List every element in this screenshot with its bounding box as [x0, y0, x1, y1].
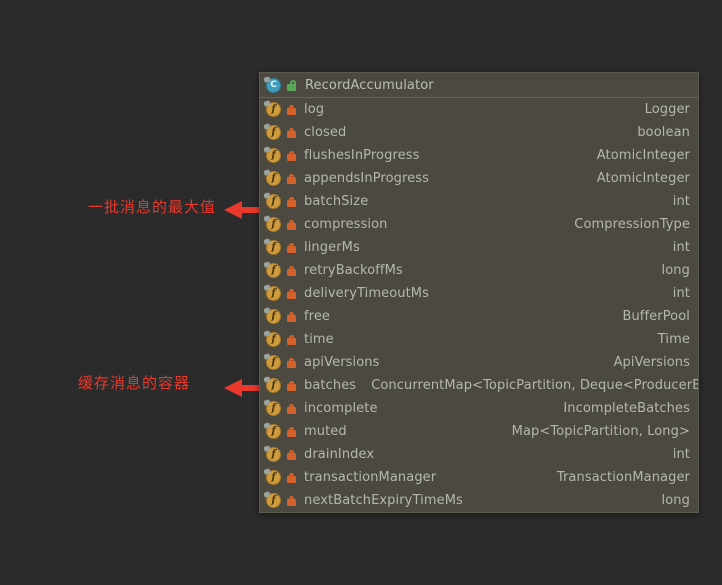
- field-type: int: [672, 194, 690, 209]
- list-item[interactable]: f log Logger: [260, 98, 698, 121]
- private-lock-icon: [286, 380, 297, 392]
- private-lock-icon: [286, 472, 297, 484]
- field-name: deliveryTimeoutMs: [304, 286, 429, 301]
- field-icon: f: [266, 102, 281, 117]
- field-name: nextBatchExpiryTimeMs: [304, 493, 463, 508]
- list-item[interactable]: f muted Map<TopicPartition, Long>: [260, 420, 698, 443]
- list-item[interactable]: f drainIndex int: [260, 443, 698, 466]
- field-name: apiVersions: [304, 355, 380, 370]
- list-item[interactable]: f transactionManager TransactionManager: [260, 466, 698, 489]
- field-type: ConcurrentMap<TopicPartition, Deque<Prod…: [371, 378, 699, 393]
- list-item[interactable]: f deliveryTimeoutMs int: [260, 282, 698, 305]
- list-item[interactable]: f batches ConcurrentMap<TopicPartition, De…: [260, 374, 698, 397]
- list-item[interactable]: f batchSize int: [260, 190, 698, 213]
- private-lock-icon: [286, 219, 297, 231]
- field-name: log: [304, 102, 325, 117]
- class-icon: C: [266, 77, 281, 93]
- private-lock-icon: [286, 150, 297, 162]
- private-lock-icon: [286, 495, 297, 507]
- field-type: Logger: [644, 102, 690, 117]
- field-icon: f: [266, 470, 281, 485]
- private-lock-icon: [286, 357, 297, 369]
- field-icon: f: [266, 401, 281, 416]
- field-type: CompressionType: [574, 217, 690, 232]
- field-list: f log Logger f closed boolean f flushesInProgre…: [260, 98, 698, 512]
- field-type: BufferPool: [622, 309, 690, 324]
- field-type: int: [672, 286, 690, 301]
- field-icon: f: [266, 171, 281, 186]
- private-lock-icon: [286, 127, 297, 139]
- list-item[interactable]: f time Time: [260, 328, 698, 351]
- field-type: long: [661, 263, 690, 278]
- popup-header[interactable]: C RecordAccumulator: [260, 73, 698, 98]
- field-icon: f: [266, 309, 281, 324]
- private-lock-icon: [286, 242, 297, 254]
- list-item[interactable]: f flushesInProgress AtomicInteger: [260, 144, 698, 167]
- field-name: free: [304, 309, 331, 324]
- screen: 一批消息的最大值 缓存消息的容器 C RecordAccumulator f lo…: [0, 0, 722, 585]
- field-type: ApiVersions: [613, 355, 690, 370]
- field-name: lingerMs: [304, 240, 360, 255]
- list-item[interactable]: f free BufferPool: [260, 305, 698, 328]
- list-item[interactable]: f retryBackoffMs long: [260, 259, 698, 282]
- list-item[interactable]: f apiVersions ApiVersions: [260, 351, 698, 374]
- page-title: RecordAccumulator: [305, 77, 434, 93]
- private-lock-icon: [286, 311, 297, 323]
- field-icon: f: [266, 332, 281, 347]
- annotation-label-batches: 缓存消息的容器: [78, 374, 191, 392]
- private-lock-icon: [286, 104, 297, 116]
- field-name: compression: [304, 217, 388, 232]
- list-item[interactable]: f compression CompressionType: [260, 213, 698, 236]
- private-lock-icon: [286, 196, 297, 208]
- field-type: AtomicInteger: [596, 148, 690, 163]
- field-icon: f: [266, 125, 281, 140]
- field-icon: f: [266, 148, 281, 163]
- field-type: Time: [657, 332, 690, 347]
- field-icon: f: [266, 194, 281, 209]
- private-lock-icon: [286, 403, 297, 415]
- field-icon: f: [266, 493, 281, 508]
- list-item[interactable]: f appendsInProgress AtomicInteger: [260, 167, 698, 190]
- field-icon: f: [266, 424, 281, 439]
- field-type: TransactionManager: [556, 470, 690, 485]
- field-name: drainIndex: [304, 447, 375, 462]
- list-item[interactable]: f incomplete IncompleteBatches: [260, 397, 698, 420]
- field-name: flushesInProgress: [304, 148, 420, 163]
- field-type: IncompleteBatches: [563, 401, 690, 416]
- field-type: Map<TopicPartition, Long>: [511, 424, 690, 439]
- field-icon: f: [266, 355, 281, 370]
- package-lock-icon: [286, 79, 297, 91]
- field-icon: f: [266, 263, 281, 278]
- field-type: boolean: [637, 125, 690, 140]
- field-name: retryBackoffMs: [304, 263, 403, 278]
- list-item[interactable]: f closed boolean: [260, 121, 698, 144]
- private-lock-icon: [286, 173, 297, 185]
- field-name: muted: [304, 424, 347, 439]
- field-name: batchSize: [304, 194, 369, 209]
- annotation-label-batch-size: 一批消息的最大值: [88, 198, 217, 216]
- field-name: batches: [304, 378, 357, 393]
- field-name: transactionManager: [304, 470, 437, 485]
- private-lock-icon: [286, 288, 297, 300]
- private-lock-icon: [286, 334, 297, 346]
- field-icon: f: [266, 378, 281, 393]
- list-item[interactable]: f lingerMs int: [260, 236, 698, 259]
- list-item[interactable]: f nextBatchExpiryTimeMs long: [260, 489, 698, 512]
- field-icon: f: [266, 240, 281, 255]
- field-icon: f: [266, 447, 281, 462]
- field-icon: f: [266, 286, 281, 301]
- field-type: int: [672, 447, 690, 462]
- field-name: time: [304, 332, 334, 347]
- field-name: incomplete: [304, 401, 378, 416]
- structure-popup[interactable]: C RecordAccumulator f log Logger f closed boo…: [259, 72, 699, 513]
- field-icon: f: [266, 217, 281, 232]
- field-type: long: [661, 493, 690, 508]
- field-name: appendsInProgress: [304, 171, 429, 186]
- private-lock-icon: [286, 426, 297, 438]
- field-type: int: [672, 240, 690, 255]
- private-lock-icon: [286, 265, 297, 277]
- private-lock-icon: [286, 449, 297, 461]
- field-name: closed: [304, 125, 347, 140]
- field-type: AtomicInteger: [596, 171, 690, 186]
